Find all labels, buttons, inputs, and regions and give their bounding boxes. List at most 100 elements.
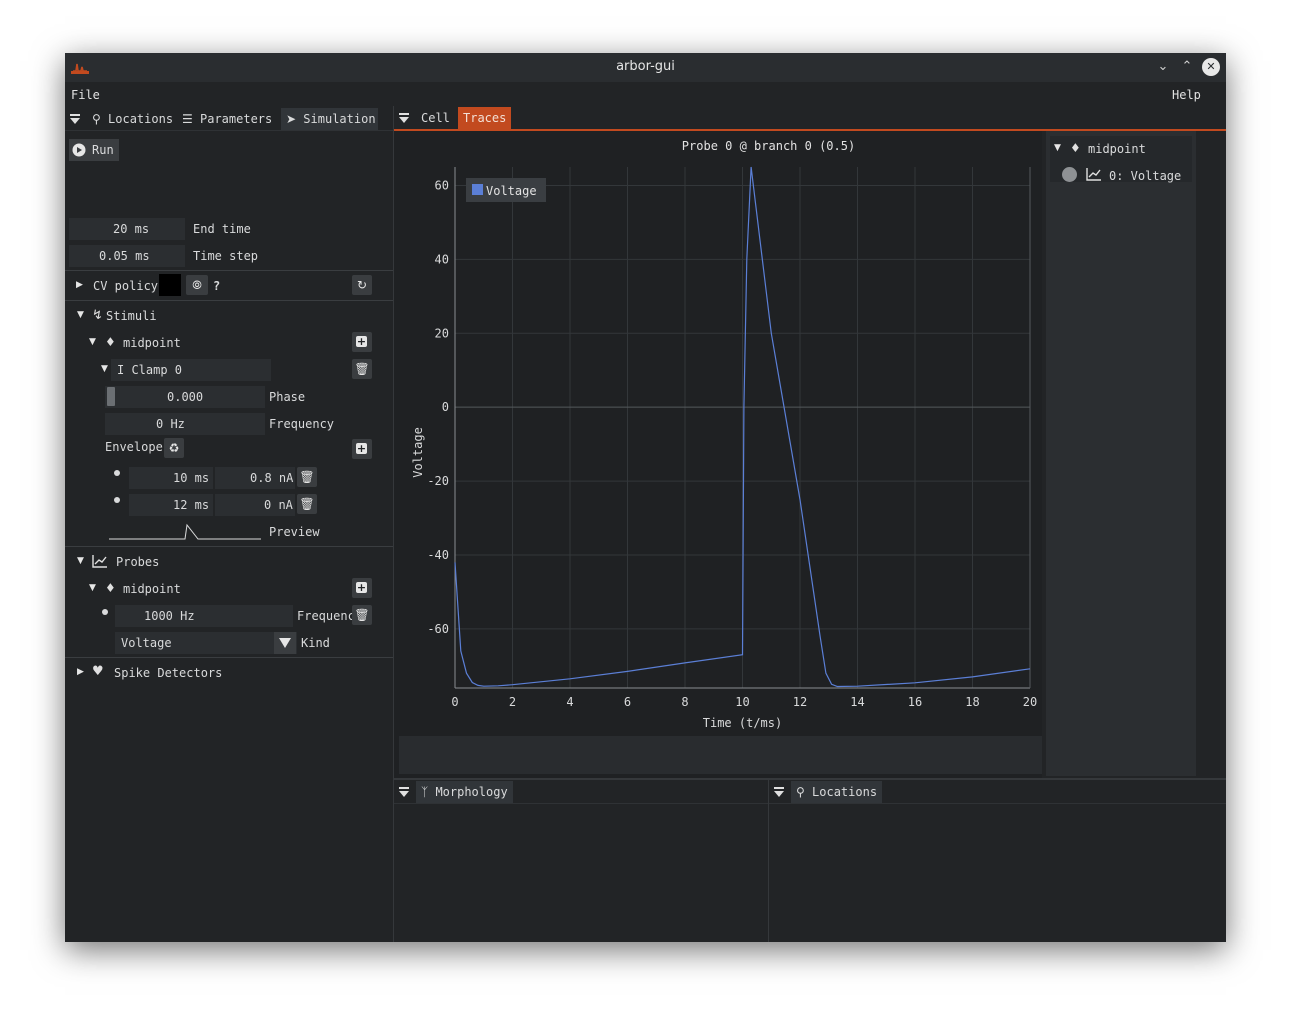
refresh-icon[interactable]: ↻ xyxy=(352,275,372,295)
y-tick-label: -60 xyxy=(427,622,449,636)
traces-area: Cell Traces Probe 0 @ branch 0 (0.5) 0 2 4 6… xyxy=(394,106,1226,778)
tab-cell[interactable]: Cell xyxy=(416,107,455,129)
panel-menu-icon[interactable] xyxy=(69,108,87,130)
run-button[interactable]: Run xyxy=(69,139,119,161)
delete-clamp-icon[interactable]: 🗑 xyxy=(352,359,372,379)
phase-label: Phase xyxy=(269,390,306,404)
cv-policy-swatch[interactable] xyxy=(159,274,181,296)
envelope-bullet xyxy=(114,497,120,503)
probes-collapse-icon[interactable]: ▼ xyxy=(77,556,84,566)
trace-location-collapse-icon[interactable]: ▼ xyxy=(1054,143,1061,153)
probe-kind-value: Voltage xyxy=(121,636,172,650)
envelope-amplitude-value: 0.8 nA xyxy=(250,471,294,485)
probe-frequency-label: Frequenc xyxy=(297,609,355,623)
time-step-value: 0.05 ms xyxy=(99,249,150,263)
x-tick-label: 18 xyxy=(965,695,979,709)
frequency-value: 0 Hz xyxy=(156,417,185,431)
spike-detectors-label: Spike Detectors xyxy=(114,666,223,680)
menu-file[interactable]: File xyxy=(71,88,100,102)
tab-parameters-label: Parameters xyxy=(200,112,273,126)
spike-expand-icon[interactable]: ▶ xyxy=(77,667,84,677)
add-probe-button[interactable]: + xyxy=(352,578,372,598)
trace-visibility-toggle[interactable] xyxy=(1062,167,1077,182)
frequency-input[interactable] xyxy=(105,413,265,435)
cv-help-icon[interactable]: ? xyxy=(213,279,220,293)
probe-bullet xyxy=(102,609,108,615)
tab-bottom-locations[interactable]: ⚲ Locations xyxy=(791,781,883,803)
tab-traces[interactable]: Traces xyxy=(458,107,512,129)
y-tick-label: -40 xyxy=(427,548,449,562)
close-icon[interactable]: ✕ xyxy=(1202,58,1220,76)
cv-expand-icon[interactable]: ▶ xyxy=(76,280,83,290)
tab-locations[interactable]: ⚲ Locations xyxy=(87,108,178,130)
heart-pulse-icon: ♥ xyxy=(92,664,104,679)
probe-location-collapse-icon[interactable]: ▼ xyxy=(89,583,96,593)
x-tick-label: 6 xyxy=(624,695,631,709)
x-tick-label: 12 xyxy=(793,695,807,709)
clamp-collapse-icon[interactable]: ▼ xyxy=(101,364,108,374)
delete-envelope-point-icon[interactable]: 🗑 xyxy=(297,467,317,487)
y-tick-label: 20 xyxy=(435,326,449,340)
window-title: arbor-gui xyxy=(616,59,675,74)
y-tick-label: 60 xyxy=(435,178,449,192)
stim-location-collapse-icon[interactable]: ▼ xyxy=(89,337,96,347)
add-stimulus-button[interactable]: + xyxy=(352,332,372,352)
x-tick-label: 20 xyxy=(1023,695,1037,709)
clamp-label: I Clamp 0 xyxy=(117,363,183,377)
voltage-chart[interactable]: Probe 0 @ branch 0 (0.5) 0 2 4 6 8 10 12 14 16 18 2… xyxy=(394,131,1042,751)
morphology-menu-icon[interactable] xyxy=(398,781,416,803)
probe-location-label: midpoint xyxy=(123,582,181,596)
tab-simulation[interactable]: ➤ Simulation xyxy=(281,108,378,130)
left-panel: ⚲ Locations ☰ Parameters ➤ Simulation Ru… xyxy=(65,106,393,942)
probe-frequency-input[interactable] xyxy=(115,605,293,627)
tag-icon: ♦ xyxy=(1070,141,1081,155)
y-tick-label: 0 xyxy=(442,400,449,414)
chart-title: Probe 0 @ branch 0 (0.5) xyxy=(682,139,855,153)
eye-slash-icon[interactable]: ⦾ xyxy=(186,275,208,295)
minimize-icon[interactable]: ⌄ xyxy=(1154,58,1172,76)
legend-label: Voltage xyxy=(486,184,537,198)
y-tick-label: -20 xyxy=(427,474,449,488)
pin-icon: ⚲ xyxy=(92,112,101,126)
cv-policy-label: CV policy xyxy=(93,279,159,293)
preview-label: Preview xyxy=(269,525,320,539)
x-tick-label: 0 xyxy=(451,695,458,709)
stimuli-collapse-icon[interactable]: ▼ xyxy=(77,310,84,320)
delete-probe-icon[interactable]: 🗑 xyxy=(352,605,372,625)
chevron-down-icon[interactable] xyxy=(274,632,296,654)
frequency-label: Frequency xyxy=(269,417,335,431)
plot-group: 0 2 4 6 8 10 12 14 16 18 20 60 40 20 0 -20 -40 -60 Time (t… xyxy=(411,166,1037,730)
phase-slider-handle[interactable] xyxy=(107,387,115,406)
traces-menu-icon[interactable] xyxy=(398,107,416,129)
title-bar: arbor-gui ⌄ ⌃ ✕ xyxy=(65,53,1226,82)
legend-swatch xyxy=(472,184,483,195)
recycle-icon[interactable]: ♻ xyxy=(164,438,184,458)
pin-icon: ⚲ xyxy=(796,785,805,799)
envelope-time-value: 12 ms xyxy=(173,498,210,512)
y-tick-label: 40 xyxy=(435,252,449,266)
add-envelope-point-button[interactable]: + xyxy=(352,439,372,459)
app-window: arbor-gui ⌄ ⌃ ✕ File Help ⚲ Locations ☰ … xyxy=(65,53,1226,942)
chart-footer xyxy=(399,736,1042,774)
envelope-amplitude-value: 0 nA xyxy=(264,498,293,512)
bolt-icon: ↯ xyxy=(92,308,103,323)
tag-icon: ♦ xyxy=(105,581,116,595)
tab-parameters[interactable]: ☰ Parameters xyxy=(177,108,277,130)
tab-morphology[interactable]: ᛉ Morphology xyxy=(416,781,513,803)
delete-envelope-point-icon[interactable]: 🗑 xyxy=(297,494,317,514)
tag-icon: ♦ xyxy=(105,335,116,349)
trace-item-label[interactable]: 0: Voltage xyxy=(1109,169,1181,183)
x-tick-label: 4 xyxy=(566,695,573,709)
tab-simulation-label: Simulation xyxy=(303,112,376,126)
list-icon: ☰ xyxy=(182,112,193,126)
envelope-preview-plot xyxy=(109,523,261,540)
locations-menu-icon[interactable] xyxy=(773,781,791,803)
menu-help[interactable]: Help xyxy=(1172,88,1201,102)
trace-list-panel: ▼ ♦ midpoint 0: Voltage xyxy=(1046,131,1196,776)
x-tick-label: 8 xyxy=(681,695,688,709)
probe-frequency-value: 1000 Hz xyxy=(144,609,195,623)
chart-line-icon xyxy=(92,555,107,568)
maximize-icon[interactable]: ⌃ xyxy=(1178,58,1196,76)
trace-location-label: midpoint xyxy=(1088,142,1146,156)
play-icon xyxy=(72,143,86,157)
